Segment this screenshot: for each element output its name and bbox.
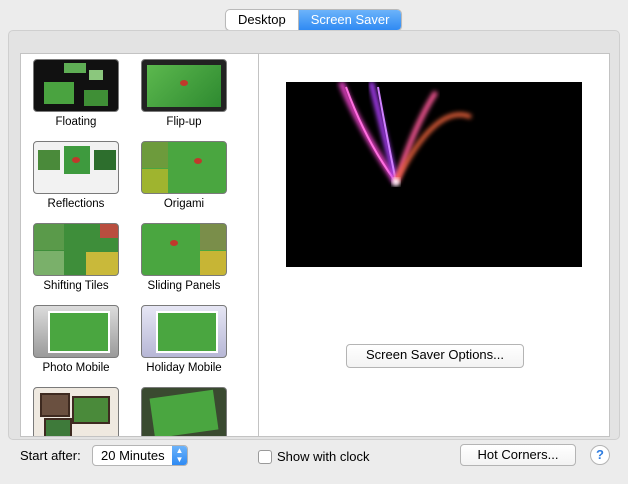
chevron-updown-icon: ▲ ▼ [172,446,187,465]
saver-label: Origami [163,198,205,210]
origami-thumbnail-icon [141,141,227,194]
show-with-clock-checkbox[interactable]: Show with clock [258,449,369,464]
tab-desktop[interactable]: Desktop [226,10,298,30]
saver-label: Reflections [47,198,105,210]
saver-label: Shifting Tiles [43,280,109,292]
sliding-panels-thumbnail-icon [141,223,227,276]
floating-thumbnail-icon [33,59,119,112]
tab-screen-saver[interactable]: Screen Saver [297,10,402,30]
start-after-value: 20 Minutes [101,448,165,463]
screen-saver-options-button[interactable]: Screen Saver Options... [346,344,524,368]
saver-photo-wall[interactable] [26,387,126,436]
start-after-select[interactable]: 20 Minutes ▲ ▼ [92,445,188,466]
saver-holiday-mobile[interactable]: Holiday Mobile [134,305,234,374]
reflections-thumbnail-icon [33,141,119,194]
vintage-prints-thumbnail-icon [141,387,227,436]
hot-corners-button[interactable]: Hot Corners... [460,444,576,466]
photo-mobile-thumbnail-icon [33,305,119,358]
saver-floating[interactable]: Floating [26,59,126,128]
saver-label: Floating [55,116,97,128]
saver-label: Holiday Mobile [146,362,222,374]
saver-label: Flip-up [166,116,202,128]
saver-vintage-prints[interactable] [134,387,234,436]
show-with-clock-label: Show with clock [277,449,370,464]
saver-sliding-panels[interactable]: Sliding Panels [134,223,234,292]
saver-shifting-tiles[interactable]: Shifting Tiles [26,223,126,292]
tab-group: Desktop Screen Saver [225,9,403,31]
start-after-label: Start after: [20,448,81,463]
photo-wall-thumbnail-icon [33,387,119,436]
saver-photo-mobile[interactable]: Photo Mobile [26,305,126,374]
saver-flip-up[interactable]: Flip-up [134,59,234,128]
screen-saver-list[interactable]: Floating Flip-up Reflections Origami Shi… [21,54,259,436]
flurry-streaks [338,82,472,186]
saver-label: Sliding Panels [147,280,221,292]
flip-up-thumbnail-icon [141,59,227,112]
checkbox-box[interactable] [258,449,272,464]
saver-reflections[interactable]: Reflections [26,141,126,210]
saver-origami[interactable]: Origami [134,141,234,210]
screen-saver-panel: Floating Flip-up Reflections Origami Shi… [20,53,610,437]
saver-label: Photo Mobile [42,362,110,374]
shifting-tiles-thumbnail-icon [33,223,119,276]
help-button[interactable]: ? [590,445,610,465]
holiday-mobile-thumbnail-icon [141,305,227,358]
flurry-preview-icon [286,82,582,267]
